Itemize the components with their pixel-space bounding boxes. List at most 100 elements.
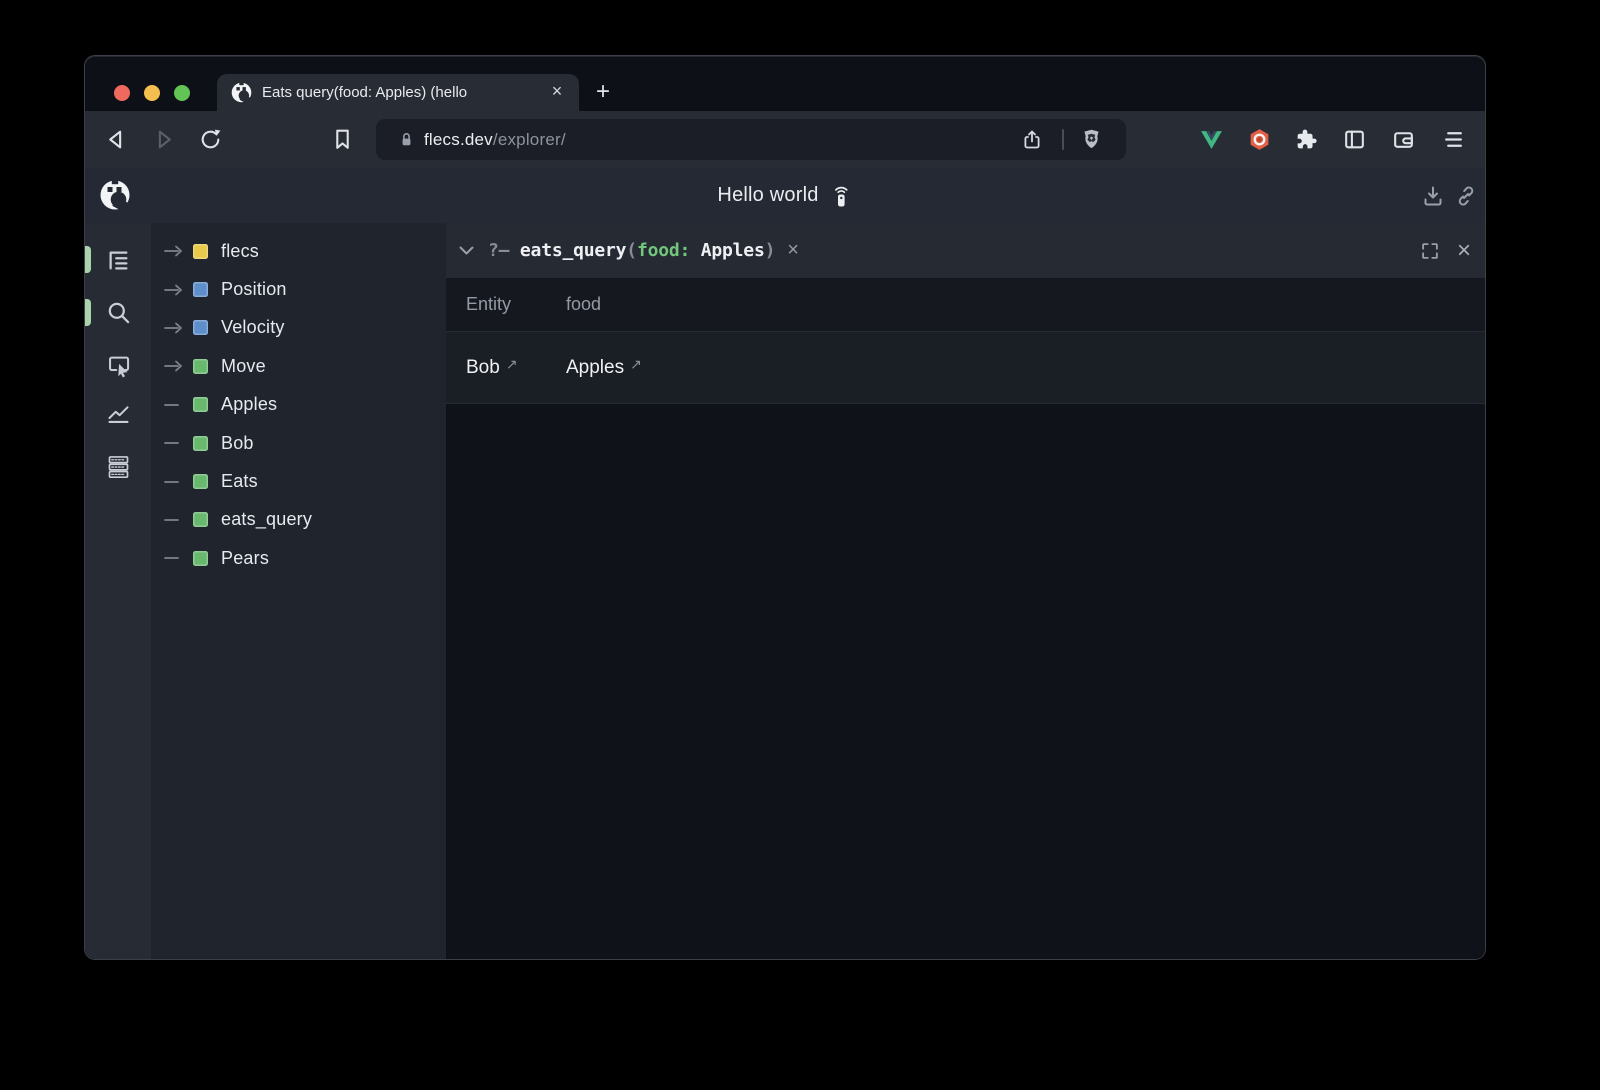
tree-item[interactable]: Velocity <box>151 309 446 347</box>
explorer-header: Hello world <box>85 168 1485 223</box>
entity-kind-square <box>193 474 208 489</box>
browser-toolbar: flecs.dev/explorer/ <box>85 111 1485 168</box>
share-icon[interactable] <box>1020 128 1044 152</box>
tree-expand-icon[interactable] <box>164 476 188 488</box>
entity-kind-square <box>193 397 208 412</box>
tree-item[interactable]: Bob <box>151 424 446 462</box>
entity-cell[interactable]: Bob↗ <box>466 332 518 403</box>
menu-icon[interactable] <box>1441 127 1466 152</box>
query-clear-icon[interactable]: × <box>787 239 799 262</box>
result-table-header: Entity food <box>446 278 1485 331</box>
forward-icon[interactable] <box>151 127 176 152</box>
tree-item[interactable]: Pears <box>151 539 446 577</box>
tree-expand-icon[interactable] <box>164 437 188 449</box>
column-header-entity: Entity <box>466 278 511 331</box>
query-panel-indicator <box>85 299 91 326</box>
column-header-food: food <box>566 278 601 331</box>
lock-icon[interactable] <box>396 129 417 150</box>
tree-item-label: flecs <box>221 241 259 262</box>
vue-devtools-icon[interactable] <box>1199 127 1224 152</box>
external-link-icon[interactable]: ↗ <box>630 356 642 372</box>
entity-kind-square <box>193 359 208 374</box>
urlbar-divider <box>1062 129 1064 150</box>
search-icon[interactable] <box>105 299 132 326</box>
tree-item[interactable]: eats_query <box>151 501 446 539</box>
entity-kind-square <box>193 282 208 297</box>
window-minimize-button[interactable] <box>144 85 160 101</box>
tree-item[interactable]: Position <box>151 270 446 308</box>
tree-item-label: Eats <box>221 471 258 492</box>
world-title: Hello world <box>717 184 818 207</box>
window-zoom-button[interactable] <box>174 85 190 101</box>
tree-item-label: Move <box>221 356 266 377</box>
tree-item-label: Bob <box>221 433 254 454</box>
tree-expand-icon[interactable] <box>164 284 188 296</box>
side-rail <box>85 223 151 959</box>
wallet-icon[interactable] <box>1391 127 1416 152</box>
entity-kind-square <box>193 551 208 566</box>
browser-tab[interactable]: Eats query(food: Apples) (hello × <box>217 74 579 111</box>
entity-kind-square <box>193 244 208 259</box>
tree-expand-icon[interactable] <box>164 245 188 257</box>
browser-window: Eats query(food: Apples) (hello × + flec… <box>84 55 1486 960</box>
remote-connection-icon <box>829 185 853 209</box>
tab-close-icon[interactable]: × <box>545 74 569 111</box>
query-paren-close: ) <box>765 240 776 261</box>
extensions-puzzle-icon[interactable] <box>1294 127 1319 152</box>
tree-panel: flecs Position Velocity <box>151 223 446 959</box>
external-link-icon[interactable]: ↗ <box>506 356 518 372</box>
brave-shield-icon[interactable] <box>1079 127 1104 152</box>
tree-item[interactable]: Apples <box>151 386 446 424</box>
tree-expand-icon[interactable] <box>164 360 188 372</box>
window-close-button[interactable] <box>114 85 130 101</box>
tree-expand-icon[interactable] <box>164 399 188 411</box>
tree-panel-indicator <box>85 246 91 273</box>
tree-item-label: Pears <box>221 548 269 569</box>
tree-expand-icon[interactable] <box>164 514 188 526</box>
query-paren-open: ( <box>626 240 637 261</box>
stats-rows-icon[interactable] <box>105 453 132 480</box>
food-cell[interactable]: Apples↗ <box>566 332 642 403</box>
back-icon[interactable] <box>104 127 129 152</box>
tree-item-label: Velocity <box>221 317 285 338</box>
tree-item-label: Apples <box>221 394 277 415</box>
tree-item-label: Position <box>221 279 287 300</box>
url-domain: flecs.dev <box>424 130 493 149</box>
tree-item[interactable]: Eats <box>151 462 446 500</box>
query-fn-name: eats_query <box>520 240 626 261</box>
url-text: flecs.dev/explorer/ <box>424 119 566 160</box>
entity-kind-square <box>193 512 208 527</box>
query-expression: ?– eats_query(food: Apples) <box>488 240 775 261</box>
query-header: ?– eats_query(food: Apples) × × <box>446 223 1485 278</box>
permalink-icon[interactable] <box>1454 184 1478 208</box>
tree-item[interactable]: Move <box>151 347 446 385</box>
query-value: Apples <box>690 240 764 261</box>
hexagon-extension-icon[interactable] <box>1247 127 1272 152</box>
inspector-icon[interactable] <box>105 352 132 379</box>
close-panel-icon[interactable]: × <box>1457 240 1471 262</box>
bookmark-icon[interactable] <box>330 127 355 152</box>
entity-kind-square <box>193 436 208 451</box>
tree-item-label: eats_query <box>221 509 312 530</box>
entity-kind-square <box>193 320 208 335</box>
chart-icon[interactable] <box>105 400 132 427</box>
table-row: Bob↗ Apples↗ <box>446 331 1485 404</box>
tree-expand-icon[interactable] <box>164 322 188 334</box>
flecs-explorer-page: Hello world <box>85 168 1485 959</box>
reload-icon[interactable] <box>198 127 223 152</box>
flecs-logo-icon[interactable] <box>98 178 132 212</box>
chevron-down-icon[interactable] <box>459 246 474 255</box>
tree-item[interactable]: flecs <box>151 232 446 270</box>
query-prompt: ?– <box>488 240 509 261</box>
sidebar-toggle-icon[interactable] <box>1342 127 1367 152</box>
fullscreen-icon[interactable] <box>1419 240 1441 262</box>
flecs-favicon <box>230 81 253 104</box>
address-bar[interactable]: flecs.dev/explorer/ <box>376 119 1126 160</box>
tree-view-icon[interactable] <box>105 247 132 274</box>
query-param: food: <box>637 240 690 261</box>
url-path: /explorer/ <box>493 130 566 149</box>
query-results-area: ?– eats_query(food: Apples) × × Entity f… <box>446 223 1485 959</box>
new-tab-button[interactable]: + <box>587 74 619 111</box>
tree-expand-icon[interactable] <box>164 552 188 564</box>
download-icon[interactable] <box>1421 184 1445 208</box>
